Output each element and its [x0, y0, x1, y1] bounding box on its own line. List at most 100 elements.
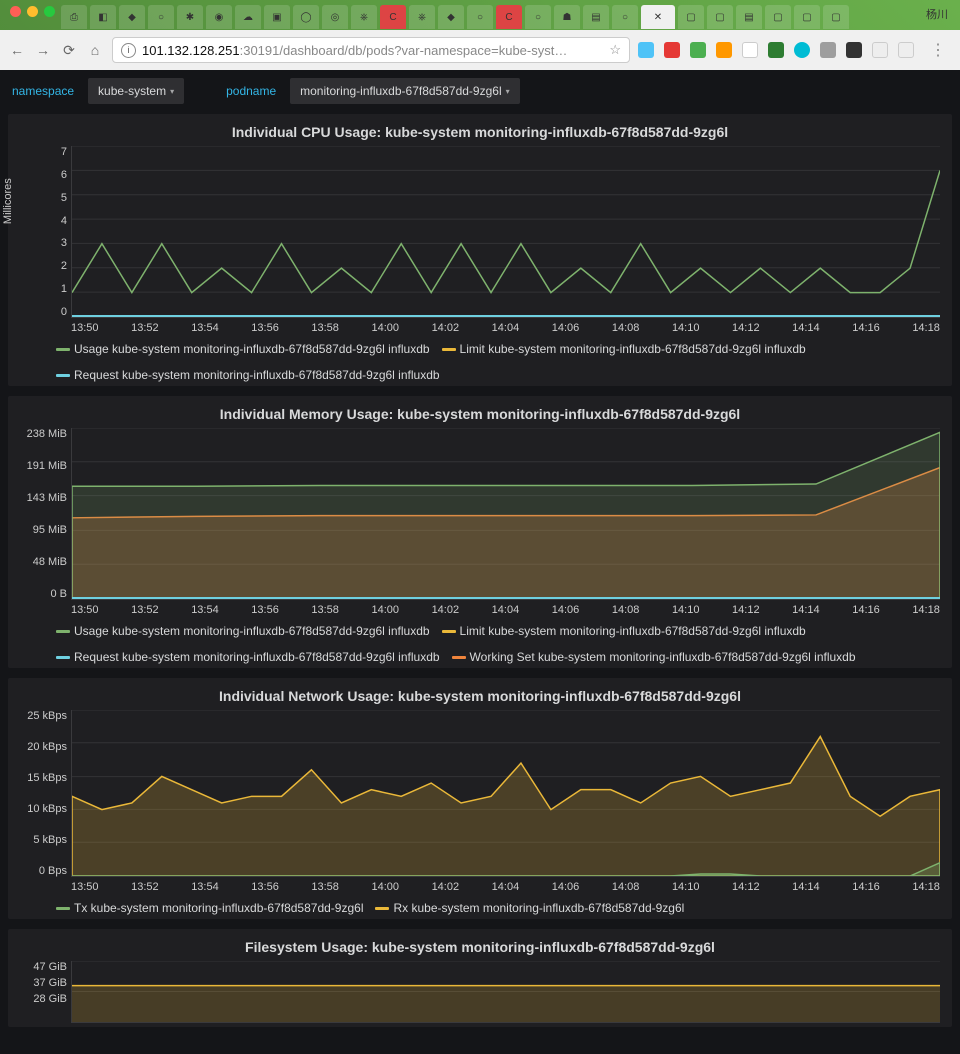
- home-button[interactable]: ⌂: [86, 41, 104, 59]
- extension-icon[interactable]: [638, 42, 654, 58]
- y-axis: 25 kBps20 kBps15 kBps10 kBps5 kBps0 Bps: [16, 710, 71, 877]
- browser-tab[interactable]: ▤: [583, 5, 609, 29]
- browser-tab[interactable]: ◆: [438, 5, 464, 29]
- browser-tab[interactable]: ⎙: [61, 5, 87, 29]
- legend-item[interactable]: Usage kube-system monitoring-influxdb-67…: [56, 624, 430, 638]
- browser-tab[interactable]: ○: [148, 5, 174, 29]
- extension-icon[interactable]: [872, 42, 888, 58]
- browser-tab[interactable]: ○: [612, 5, 638, 29]
- var-namespace-label: namespace: [8, 78, 78, 104]
- extension-icon[interactable]: [820, 42, 836, 58]
- plot-area: [71, 710, 940, 877]
- url-host: 101.132.128.251: [142, 43, 240, 58]
- panel-title: Individual Network Usage: kube-system mo…: [16, 688, 944, 704]
- var-podname-dropdown[interactable]: monitoring-influxdb-67f8d587dd-9zg6l▾: [290, 78, 519, 104]
- browser-tab[interactable]: ◆: [119, 5, 145, 29]
- legend: Usage kube-system monitoring-influxdb-67…: [16, 624, 944, 664]
- plot-area: [71, 146, 940, 318]
- extension-icon[interactable]: [794, 42, 810, 58]
- browser-tab-bar: ⎙ ◧ ◆ ○ ✱ ◉ ☁ ▣ ◯ ◎ ⎈ C ⎈ ◆ ○ C ○ ☗ ▤ ○ …: [55, 0, 960, 30]
- legend-swatch: [56, 630, 70, 633]
- browser-tab[interactable]: ◎: [322, 5, 348, 29]
- legend-item[interactable]: Usage kube-system monitoring-influxdb-67…: [56, 342, 430, 356]
- close-icon[interactable]: [10, 6, 21, 17]
- legend-item[interactable]: Rx kube-system monitoring-influxdb-67f8d…: [375, 901, 684, 915]
- legend-item[interactable]: Tx kube-system monitoring-influxdb-67f8d…: [56, 901, 363, 915]
- legend-swatch: [375, 907, 389, 910]
- browser-tab[interactable]: ◉: [206, 5, 232, 29]
- browser-tab[interactable]: ⎈: [351, 5, 377, 29]
- back-button[interactable]: ←: [8, 41, 26, 59]
- var-podname-label: podname: [222, 78, 280, 104]
- y-axis: 47 GiB37 GiB28 GiB: [16, 961, 71, 1005]
- forward-button[interactable]: →: [34, 41, 52, 59]
- chevron-down-icon: ▾: [170, 87, 174, 96]
- var-namespace-dropdown[interactable]: kube-system▾: [88, 78, 184, 104]
- panel-memory[interactable]: Individual Memory Usage: kube-system mon…: [8, 396, 952, 668]
- chevron-down-icon: ▾: [506, 87, 510, 96]
- legend-swatch: [56, 348, 70, 351]
- browser-tab[interactable]: ☗: [554, 5, 580, 29]
- chart-network[interactable]: 25 kBps20 kBps15 kBps10 kBps5 kBps0 Bps …: [16, 710, 944, 895]
- browser-tab[interactable]: ▣: [264, 5, 290, 29]
- y-axis-label: Millicores: [2, 178, 14, 224]
- legend-item[interactable]: Working Set kube-system monitoring-influ…: [452, 650, 856, 664]
- plot-area: [71, 961, 940, 1023]
- reload-button[interactable]: ⟳: [60, 41, 78, 59]
- legend-swatch: [56, 374, 70, 377]
- extension-icon[interactable]: [742, 42, 758, 58]
- browser-tab[interactable]: ▢: [678, 5, 704, 29]
- minimize-icon[interactable]: [27, 6, 38, 17]
- extension-icon[interactable]: [768, 42, 784, 58]
- extension-icon[interactable]: [690, 42, 706, 58]
- site-info-icon[interactable]: i: [121, 43, 136, 58]
- extension-icon[interactable]: [898, 42, 914, 58]
- panel-cpu[interactable]: Individual CPU Usage: kube-system monito…: [8, 114, 952, 386]
- browser-tab[interactable]: ◧: [90, 5, 116, 29]
- legend-swatch: [452, 656, 466, 659]
- y-axis: 238 MiB191 MiB143 MiB95 MiB48 MiB0 B: [16, 428, 71, 600]
- star-icon[interactable]: ☆: [609, 42, 621, 58]
- browser-tab[interactable]: ○: [467, 5, 493, 29]
- chart-filesystem[interactable]: 47 GiB37 GiB28 GiB: [16, 961, 944, 1023]
- extension-icon[interactable]: [716, 42, 732, 58]
- legend-item[interactable]: Request kube-system monitoring-influxdb-…: [56, 368, 440, 382]
- browser-tab[interactable]: ☁: [235, 5, 261, 29]
- legend-item[interactable]: Limit kube-system monitoring-influxdb-67…: [442, 624, 806, 638]
- browser-tab[interactable]: C: [496, 5, 522, 29]
- browser-tab-active[interactable]: ✕: [641, 5, 675, 29]
- browser-tab[interactable]: ⎈: [409, 5, 435, 29]
- panel-title: Filesystem Usage: kube-system monitoring…: [16, 939, 944, 955]
- x-axis: 13:5013:5213:5413:5613:5814:0014:0214:04…: [71, 879, 940, 895]
- legend: Tx kube-system monitoring-influxdb-67f8d…: [16, 901, 944, 915]
- browser-tab[interactable]: ▤: [736, 5, 762, 29]
- browser-tab[interactable]: ▢: [707, 5, 733, 29]
- url-path: /dashboard/db/pods?var-namespace=kube-sy…: [279, 43, 567, 58]
- browser-tab[interactable]: ▢: [765, 5, 791, 29]
- browser-tab[interactable]: ○: [525, 5, 551, 29]
- extension-icon[interactable]: [664, 42, 680, 58]
- address-bar[interactable]: i 101.132.128.251:30191/dashboard/db/pod…: [112, 37, 630, 63]
- browser-menu-icon[interactable]: ⋮: [924, 40, 952, 60]
- legend-swatch: [442, 630, 456, 633]
- browser-tab[interactable]: ▢: [794, 5, 820, 29]
- chart-memory[interactable]: 238 MiB191 MiB143 MiB95 MiB48 MiB0 B 13:…: [16, 428, 944, 618]
- browser-tab[interactable]: ✱: [177, 5, 203, 29]
- maximize-icon[interactable]: [44, 6, 55, 17]
- panel-title: Individual CPU Usage: kube-system monito…: [16, 124, 944, 140]
- browser-tab[interactable]: C: [380, 5, 406, 29]
- window-controls: [10, 6, 55, 17]
- x-axis: 13:5013:5213:5413:5613:5814:0014:0214:04…: [71, 602, 940, 618]
- legend-item[interactable]: Limit kube-system monitoring-influxdb-67…: [442, 342, 806, 356]
- browser-tab[interactable]: ◯: [293, 5, 319, 29]
- browser-toolbar: ← → ⟳ ⌂ i 101.132.128.251:30191/dashboar…: [0, 30, 960, 70]
- template-row: namespace kube-system▾ podname monitorin…: [8, 78, 952, 104]
- chart-cpu[interactable]: Millicores 76543210 13:5013:5213:5413:56…: [16, 146, 944, 336]
- panel-network[interactable]: Individual Network Usage: kube-system mo…: [8, 678, 952, 919]
- panel-filesystem[interactable]: Filesystem Usage: kube-system monitoring…: [8, 929, 952, 1027]
- legend-item[interactable]: Request kube-system monitoring-influxdb-…: [56, 650, 440, 664]
- url-port: :30191: [240, 43, 280, 58]
- extension-icon[interactable]: [846, 42, 862, 58]
- legend-swatch: [56, 656, 70, 659]
- browser-tab[interactable]: ▢: [823, 5, 849, 29]
